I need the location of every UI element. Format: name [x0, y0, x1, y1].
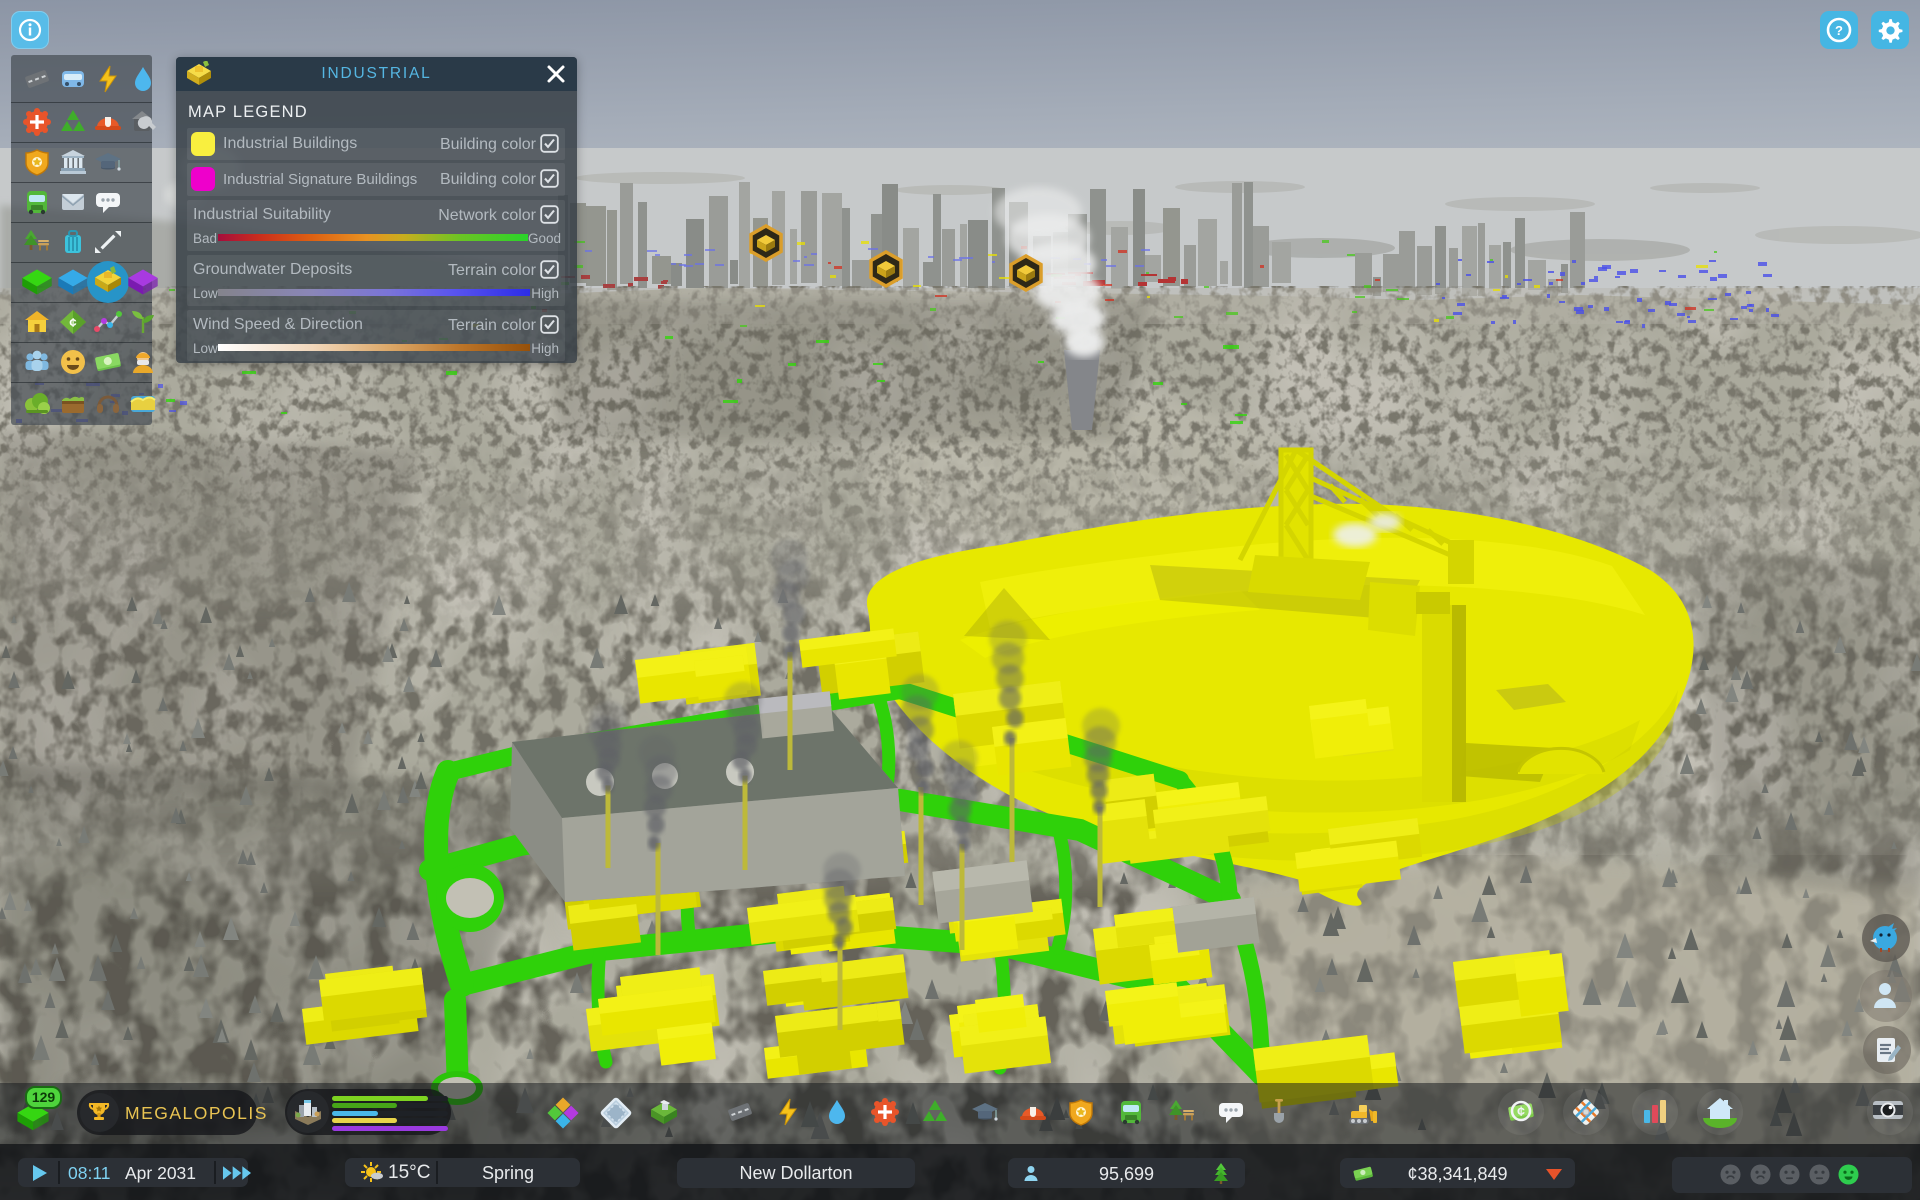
svg-text:?: ? [1835, 23, 1843, 38]
svg-text:¢: ¢ [1517, 1103, 1525, 1119]
svg-text:¢: ¢ [69, 315, 76, 330]
